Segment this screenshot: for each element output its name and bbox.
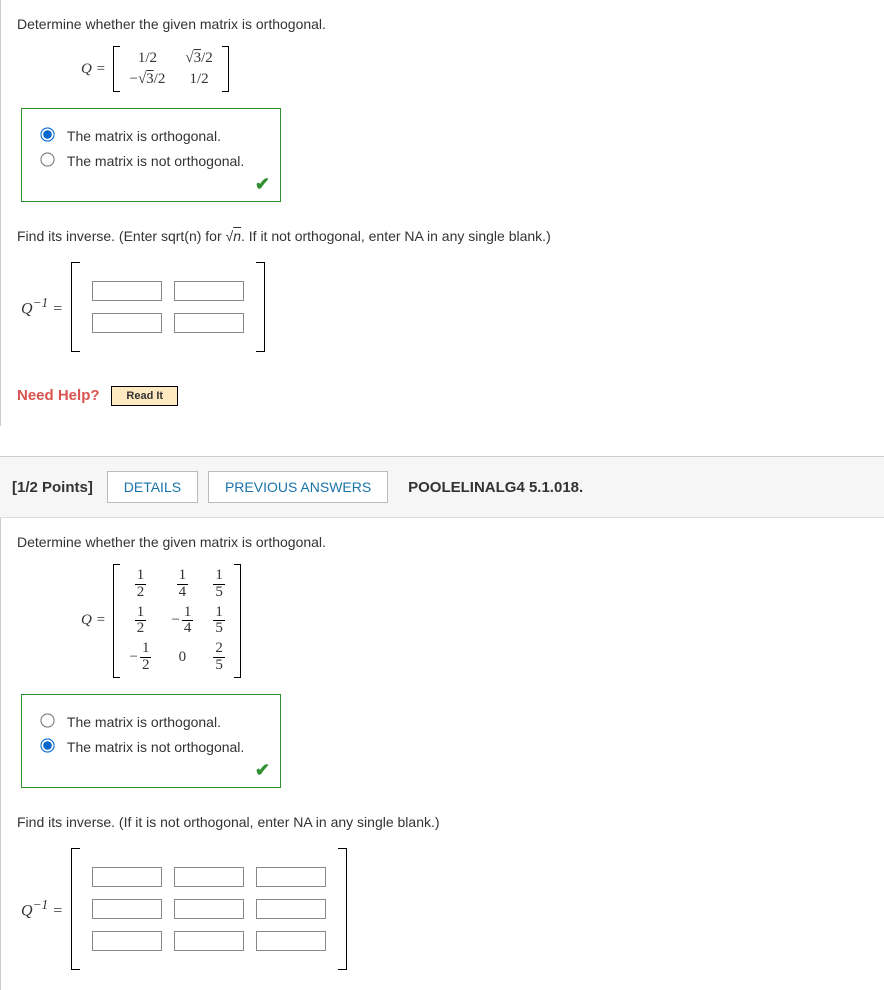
q1-m-1-0: −√3/2 xyxy=(119,69,175,90)
q1-choice-b: The matrix is not orthogonal. xyxy=(67,153,244,169)
q2-inv-0-1[interactable] xyxy=(174,867,244,887)
q2-inv-2-1[interactable] xyxy=(174,931,244,951)
q2-m-0-2: 15 xyxy=(203,566,235,603)
q1-matrix: Q = 1/2 √3/2 −√3/2 1/2 xyxy=(81,46,884,92)
q2-inv-0-2[interactable] xyxy=(256,867,326,887)
q2-inv-2-2[interactable] xyxy=(256,931,326,951)
q1-inv-0-0[interactable] xyxy=(92,281,162,301)
details-button[interactable]: DETAILS xyxy=(107,471,198,503)
q2-matrix: Q = 12 14 15 12 −14 15 −12 0 25 xyxy=(81,564,884,678)
check-icon: ✔ xyxy=(255,174,270,195)
q2-m-1-1: −14 xyxy=(161,603,203,640)
q2-radio-orthogonal[interactable] xyxy=(40,713,54,727)
q2-inv-1-1[interactable] xyxy=(174,899,244,919)
q1-inv-1-1[interactable] xyxy=(174,313,244,333)
q2-inverse: Q−1 = xyxy=(21,848,884,970)
q2-radio-not-orthogonal[interactable] xyxy=(40,738,54,752)
q2-matrix-label: Q = xyxy=(81,612,106,628)
q1-inv-0-1[interactable] xyxy=(174,281,244,301)
q2-inv-1-0[interactable] xyxy=(92,899,162,919)
q2-m-2-1: 0 xyxy=(161,639,203,676)
q1-m-1-1: 1/2 xyxy=(175,69,222,90)
q1-choice-a: The matrix is orthogonal. xyxy=(67,128,221,144)
q1-radio-orthogonal[interactable] xyxy=(40,127,54,141)
question-2: Determine whether the given matrix is or… xyxy=(0,518,884,990)
q1-prompt: Determine whether the given matrix is or… xyxy=(17,16,884,32)
q2-prompt: Determine whether the given matrix is or… xyxy=(17,534,884,550)
q1-inv-1-0[interactable] xyxy=(92,313,162,333)
q2-inv-0-0[interactable] xyxy=(92,867,162,887)
points-label: [1/2 Points] xyxy=(12,479,93,496)
check-icon: ✔ xyxy=(255,760,270,781)
q2-m-0-1: 14 xyxy=(161,566,203,603)
q1-inverse-label: Q−1 = xyxy=(21,295,63,318)
q2-m-1-0: 12 xyxy=(119,603,161,640)
need-help-row: Need Help? Read It xyxy=(17,386,884,406)
q1-matrix-label: Q = xyxy=(81,61,106,77)
need-help-label: Need Help? xyxy=(17,387,100,404)
q2-sub-prompt: Find its inverse. (If it is not orthogon… xyxy=(17,814,884,830)
q2-m-2-0: −12 xyxy=(119,639,161,676)
question-header: [1/2 Points] DETAILS PREVIOUS ANSWERS PO… xyxy=(0,456,884,518)
q1-m-0-0: 1/2 xyxy=(119,48,175,69)
question-1: Determine whether the given matrix is or… xyxy=(0,0,884,426)
q2-inverse-label: Q−1 = xyxy=(21,897,63,920)
q2-m-1-2: 15 xyxy=(203,603,235,640)
q2-m-0-0: 12 xyxy=(119,566,161,603)
q2-choice-a: The matrix is orthogonal. xyxy=(67,714,221,730)
source-label: POOLELINALG4 5.1.018. xyxy=(408,479,583,496)
q2-inv-2-0[interactable] xyxy=(92,931,162,951)
q2-choice-b: The matrix is not orthogonal. xyxy=(67,739,244,755)
q1-m-0-1: √3/2 xyxy=(175,48,222,69)
q1-inverse: Q−1 = xyxy=(21,262,884,352)
q2-m-2-2: 25 xyxy=(203,639,235,676)
q1-radio-not-orthogonal[interactable] xyxy=(40,152,54,166)
q1-choice-box: The matrix is orthogonal. The matrix is … xyxy=(21,108,281,202)
q2-inv-1-2[interactable] xyxy=(256,899,326,919)
q2-choice-box: The matrix is orthogonal. The matrix is … xyxy=(21,694,281,788)
previous-answers-button[interactable]: PREVIOUS ANSWERS xyxy=(208,471,388,503)
read-it-button[interactable]: Read It xyxy=(111,386,178,406)
q1-sub-prompt: Find its inverse. (Enter sqrt(n) for √n.… xyxy=(17,228,884,244)
